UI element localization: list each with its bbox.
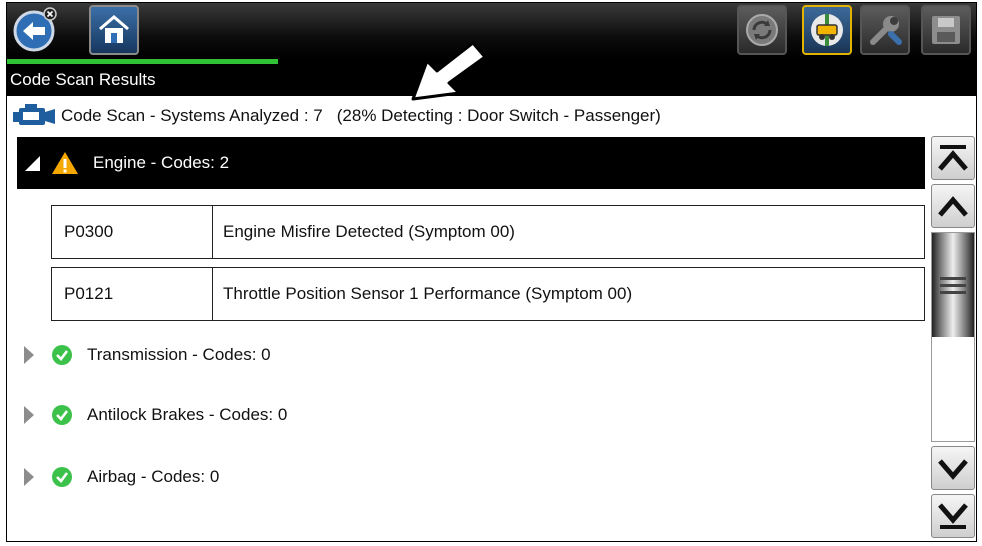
- scroll-down-button[interactable]: [931, 446, 975, 490]
- back-arrow-icon: [13, 7, 57, 52]
- page-title: Code Scan Results: [7, 64, 976, 96]
- dtc-code: P0300: [52, 206, 213, 258]
- home-button[interactable]: [89, 5, 139, 55]
- check-icon: [52, 405, 72, 425]
- check-icon: [52, 345, 72, 365]
- dtc-code: P0121: [52, 268, 213, 320]
- detecting-text: (28% Detecting : Door Switch - Passenger…: [336, 106, 661, 125]
- back-button[interactable]: [11, 7, 59, 53]
- system-row-transmission[interactable]: Transmission - Codes: 0: [17, 335, 271, 375]
- code-scan-button[interactable]: [802, 5, 852, 55]
- expand-triangle-icon: [24, 346, 34, 364]
- system-row-airbag[interactable]: Airbag - Codes: 0: [17, 457, 219, 497]
- system-label: Airbag - Codes: 0: [87, 467, 220, 486]
- scroll-top-icon: [938, 145, 968, 171]
- save-button[interactable]: [921, 5, 971, 55]
- save-icon: [932, 16, 960, 44]
- code-row[interactable]: P0300 Engine Misfire Detected (Symptom 0…: [51, 205, 925, 259]
- system-row-engine[interactable]: Engine - Codes: 2: [17, 137, 925, 189]
- dtc-description: Engine Misfire Detected (Symptom 00): [223, 222, 515, 241]
- scroll-track[interactable]: [931, 232, 975, 442]
- scrollbar[interactable]: [931, 136, 975, 540]
- scroll-thumb[interactable]: [932, 233, 974, 337]
- system-list: Engine - Codes: 2 P0300 Engine Misfire D…: [7, 137, 927, 537]
- tools-button[interactable]: [860, 5, 910, 55]
- code-scan-icon: [811, 14, 843, 46]
- check-icon: [52, 467, 72, 487]
- system-label: Engine - Codes: 2: [93, 153, 230, 172]
- callout-arrow-icon: [411, 41, 487, 101]
- scroll-bottom-button[interactable]: [931, 494, 975, 538]
- engine-icon: [13, 104, 55, 125]
- scan-status: Code Scan - Systems Analyzed : 7 (28% De…: [7, 100, 976, 132]
- code-row[interactable]: P0121 Throttle Position Sensor 1 Perform…: [51, 267, 925, 321]
- app-window: Code Scan Results Code Scan - Systems An…: [6, 2, 977, 542]
- expand-triangle-icon: [24, 406, 34, 424]
- scroll-up-icon: [938, 196, 968, 217]
- scroll-up-button[interactable]: [931, 184, 975, 228]
- scroll-down-icon: [938, 459, 968, 480]
- system-label: Antilock Brakes - Codes: 0: [87, 405, 288, 424]
- expand-triangle-icon: [24, 468, 34, 486]
- system-row-antilock-brakes[interactable]: Antilock Brakes - Codes: 0: [17, 395, 287, 435]
- warning-icon: [52, 152, 78, 174]
- scroll-top-button[interactable]: [931, 136, 975, 180]
- dtc-description: Throttle Position Sensor 1 Performance (…: [223, 284, 633, 303]
- collapse-triangle-icon: [25, 156, 40, 171]
- grip-icon: [940, 277, 966, 294]
- tools-icon: [870, 16, 902, 45]
- refresh-icon: [746, 14, 778, 46]
- scroll-bottom-icon: [938, 503, 968, 529]
- system-label: Transmission - Codes: 0: [87, 345, 271, 364]
- home-icon: [99, 15, 129, 43]
- toolbar: [7, 3, 976, 59]
- refresh-button[interactable]: [737, 5, 787, 55]
- systems-analyzed-text: Code Scan - Systems Analyzed : 7: [61, 106, 323, 125]
